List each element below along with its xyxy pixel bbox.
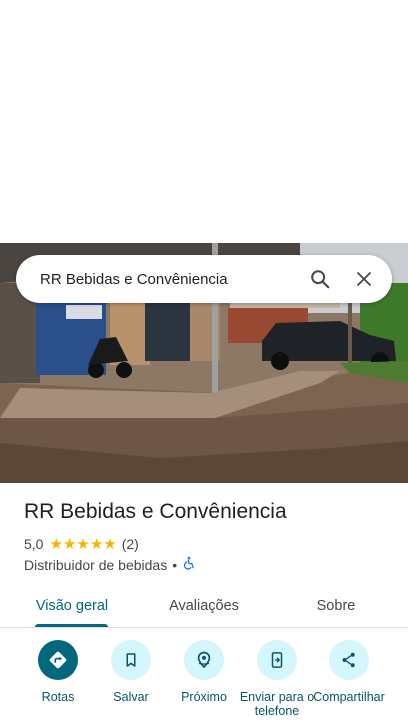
- search-icon[interactable]: [298, 257, 342, 301]
- share-icon: [329, 640, 369, 680]
- tab-reviews[interactable]: Avaliações: [152, 584, 256, 628]
- review-count: (2): [121, 536, 139, 552]
- close-icon[interactable]: [342, 257, 386, 301]
- separator-dot: •: [172, 556, 178, 573]
- action-buttons-row: Rotas Salvar Próximo Enviar para o telef…: [0, 640, 408, 726]
- nearby-icon: [184, 640, 224, 680]
- place-title: RR Bebidas e Convênien​cia: [24, 500, 287, 523]
- place-category: Distribuidor de bebidas: [24, 556, 168, 573]
- nearby-button[interactable]: Próximo: [166, 640, 242, 704]
- wheelchair-accessible-icon: [182, 556, 196, 573]
- star-icon: ★: [49, 535, 63, 553]
- active-tab-indicator: [35, 624, 108, 627]
- share-button[interactable]: Compartilhar: [311, 640, 387, 704]
- star-icon: ★: [76, 535, 90, 553]
- search-query-text[interactable]: RR Bebidas e Convênien​cia: [16, 271, 298, 288]
- search-bar[interactable]: RR Bebidas e Convênien​cia: [16, 255, 392, 303]
- directions-button[interactable]: Rotas: [20, 640, 96, 704]
- send-to-phone-label: Enviar para o telefone: [239, 690, 315, 718]
- star-icon: ★: [89, 535, 104, 553]
- place-tabs: Visão geral Avaliações Sobre: [0, 584, 408, 628]
- send-to-phone-icon: [257, 640, 297, 680]
- save-label: Salvar: [113, 690, 149, 704]
- map-blank-area: [0, 0, 408, 243]
- send-to-phone-button[interactable]: Enviar para o telefone: [239, 640, 315, 718]
- directions-icon: [38, 640, 78, 680]
- bookmark-icon: [111, 640, 151, 680]
- category-row: Distribuidor de bebidas •: [24, 556, 196, 573]
- star-icon: ★: [62, 535, 77, 553]
- tab-overview[interactable]: Visão geral: [20, 584, 124, 628]
- nearby-label: Próximo: [181, 690, 227, 704]
- rating-stars: ★ ★ ★ ★ ★: [49, 537, 116, 552]
- directions-label: Rotas: [41, 690, 75, 704]
- share-label: Compartilhar: [313, 690, 385, 704]
- save-button[interactable]: Salvar: [93, 640, 169, 704]
- tab-about[interactable]: Sobre: [284, 584, 388, 628]
- star-icon: ★: [103, 535, 117, 553]
- rating-row[interactable]: 5,0 ★ ★ ★ ★ ★ (2): [24, 536, 139, 552]
- rating-value: 5,0: [24, 536, 44, 552]
